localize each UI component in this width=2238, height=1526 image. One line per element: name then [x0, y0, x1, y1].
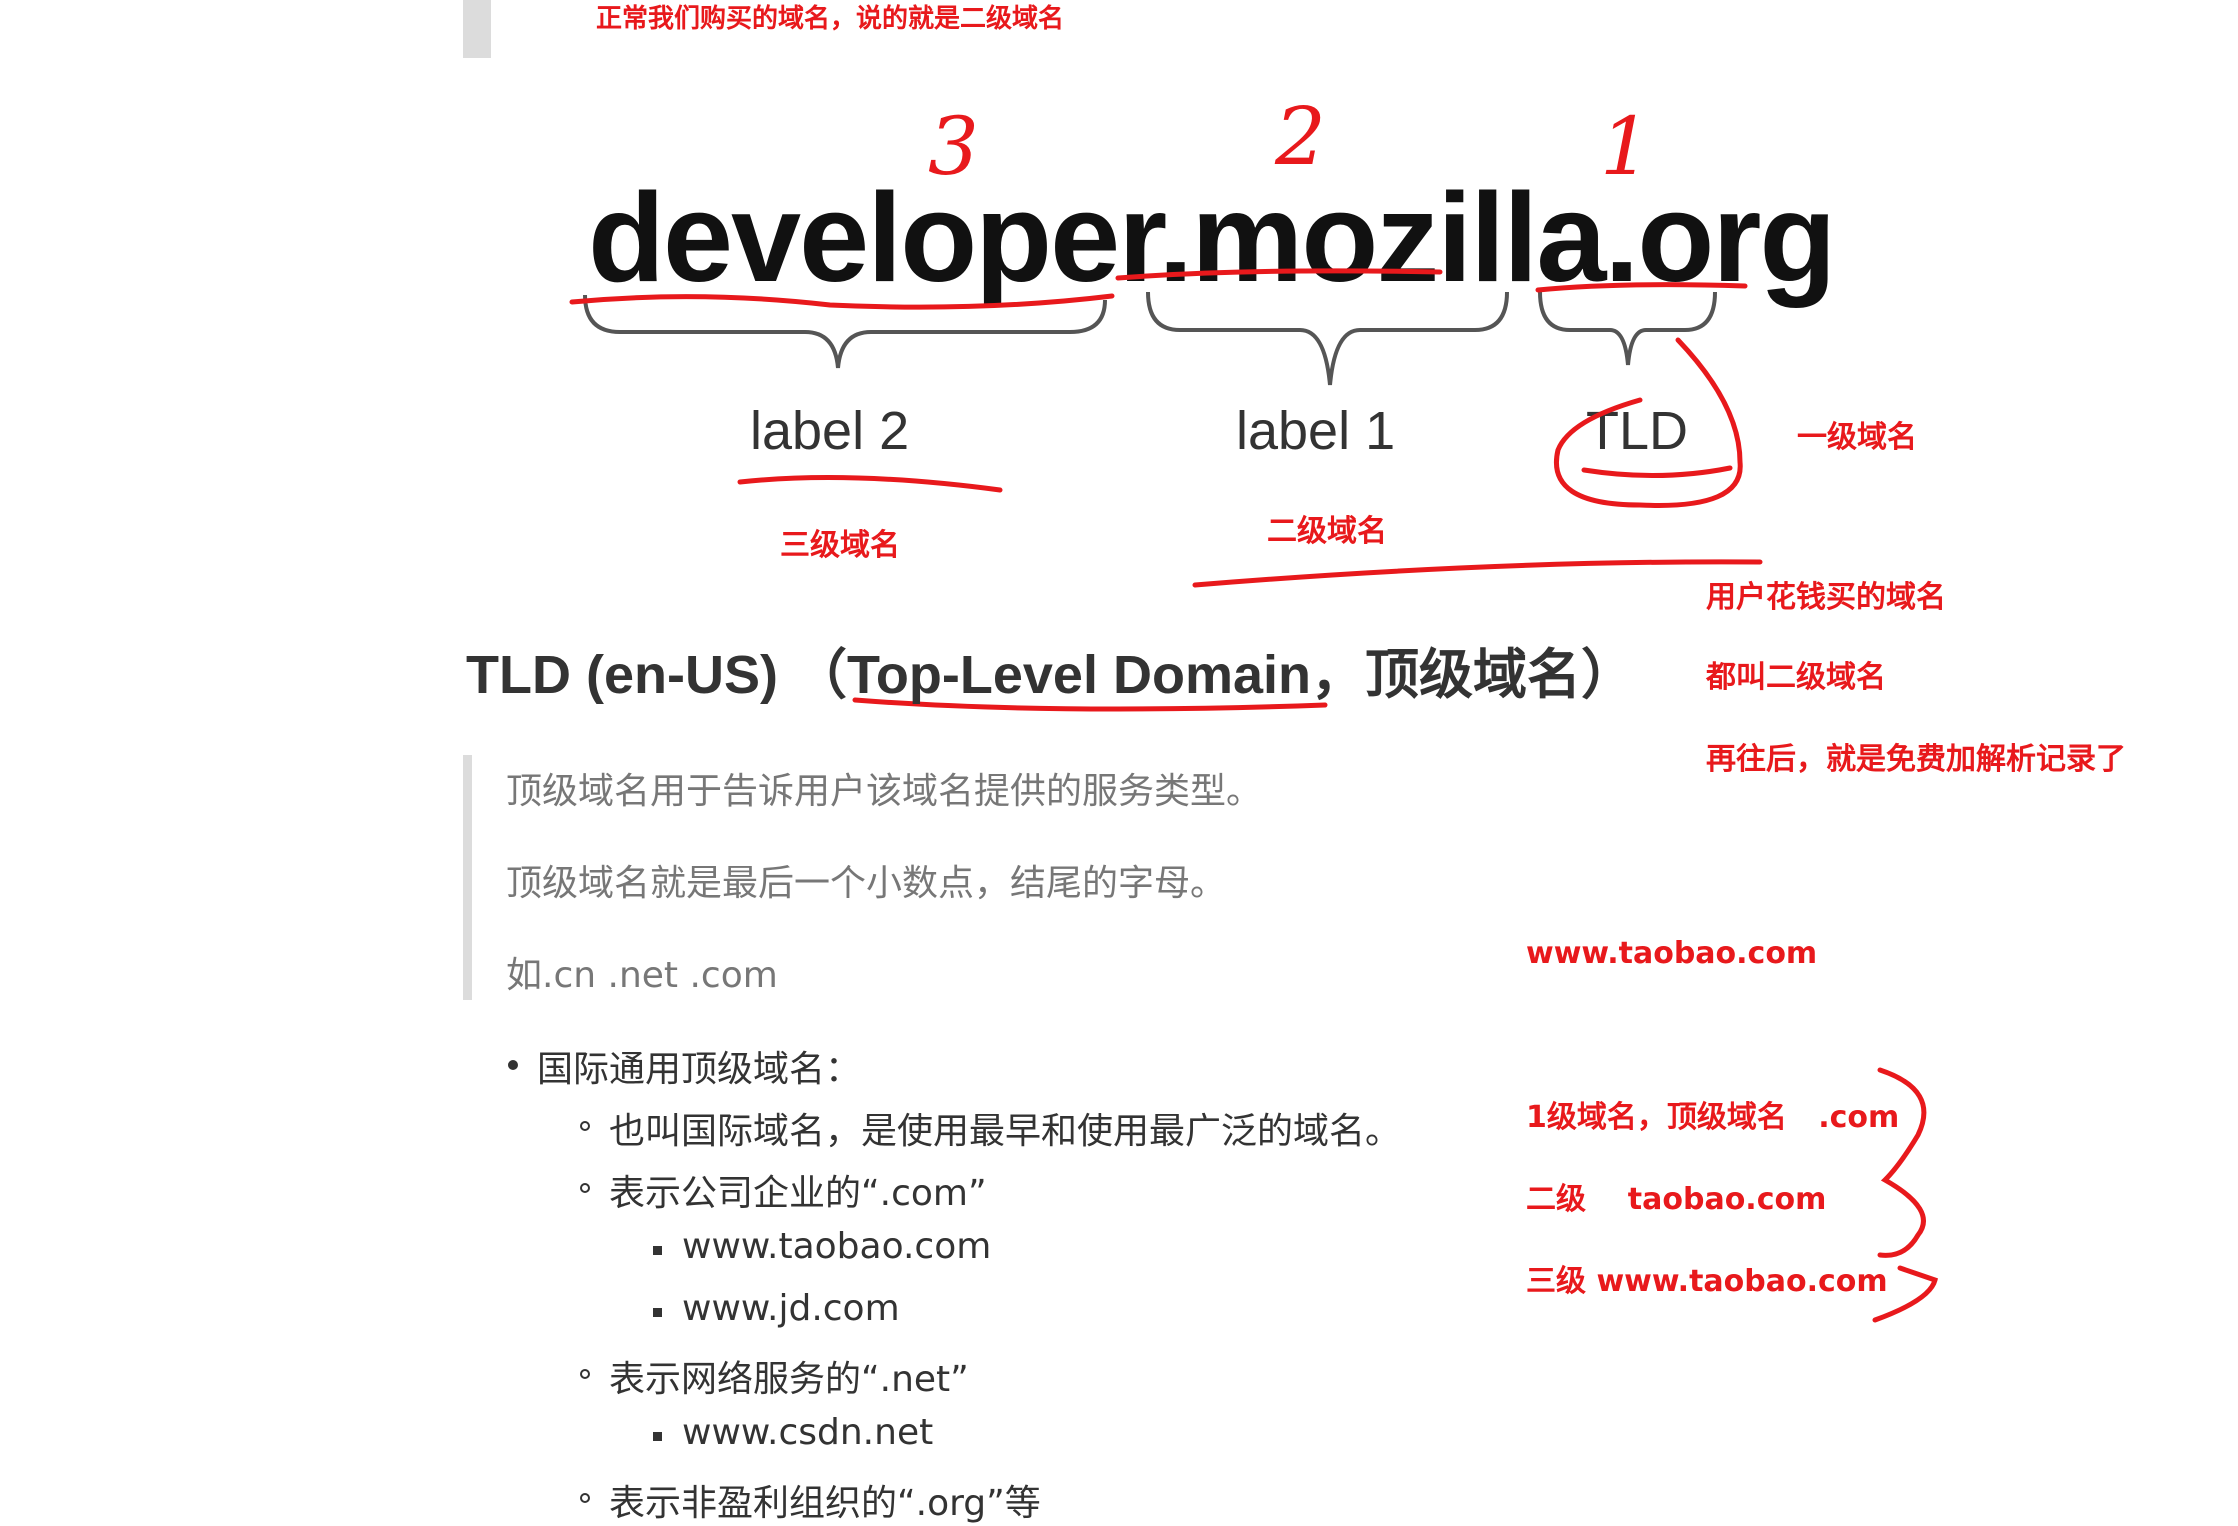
diagram-braces: [583, 291, 1717, 386]
anno-example-line-3: 三级 www.taobao.com: [1526, 1264, 1888, 1299]
list-subsubitem: www.csdn.net: [682, 1412, 934, 1453]
list-subitem: 表示公司企业的“.com”: [609, 1173, 987, 1214]
list-subitem: 也叫国际域名，是使用最早和使用最广泛的域名。: [609, 1111, 1402, 1152]
quote-line-3: 如.cn .net .com: [506, 955, 778, 996]
list-bullet: [580, 1369, 590, 1379]
list-bullet: [508, 1060, 518, 1070]
anno-example-line-1: 1级域名，顶级域名 .com: [1526, 1100, 1900, 1135]
list-bullet: [653, 1432, 662, 1441]
list-bullet: [653, 1308, 662, 1317]
list-subsubitem: www.jd.com: [682, 1288, 900, 1329]
list-bullet: [580, 1183, 590, 1193]
section-heading: TLD (en-US) （Top-Level Domain，顶级域名）: [466, 645, 1635, 705]
anno-user-bought-2: 都叫二级域名: [1706, 660, 1886, 695]
anno-user-bought-1: 用户花钱买的域名: [1706, 580, 1946, 615]
anno-example-line-2: 二级 taobao.com: [1526, 1182, 1827, 1217]
blockquote-bar: [463, 755, 472, 1000]
list-bullet: [580, 1493, 590, 1503]
list-subitem: 表示非盈利组织的“.org”等: [609, 1483, 1041, 1524]
list-bullet: [653, 1246, 662, 1255]
quote-line-2: 顶级域名就是最后一个小数点，结尾的字母。: [506, 863, 1227, 904]
list-item-intl-tld: 国际通用顶级域名：: [537, 1049, 862, 1090]
anno-third-level: 三级域名: [780, 528, 900, 563]
list-subsubitem: www.taobao.com: [682, 1226, 992, 1267]
list-bullet: [580, 1121, 590, 1131]
quote-line-1: 顶级域名用于告诉用户该域名提供的服务类型。: [506, 771, 1263, 812]
anno-example-domain: www.taobao.com: [1526, 936, 1818, 971]
list-subitem: 表示网络服务的“.net”: [609, 1359, 969, 1400]
anno-first-level: 一级域名: [1797, 420, 1917, 455]
anno-free-records: 再往后，就是免费加解析记录了: [1706, 742, 2126, 777]
anno-second-level: 二级域名: [1267, 514, 1387, 549]
